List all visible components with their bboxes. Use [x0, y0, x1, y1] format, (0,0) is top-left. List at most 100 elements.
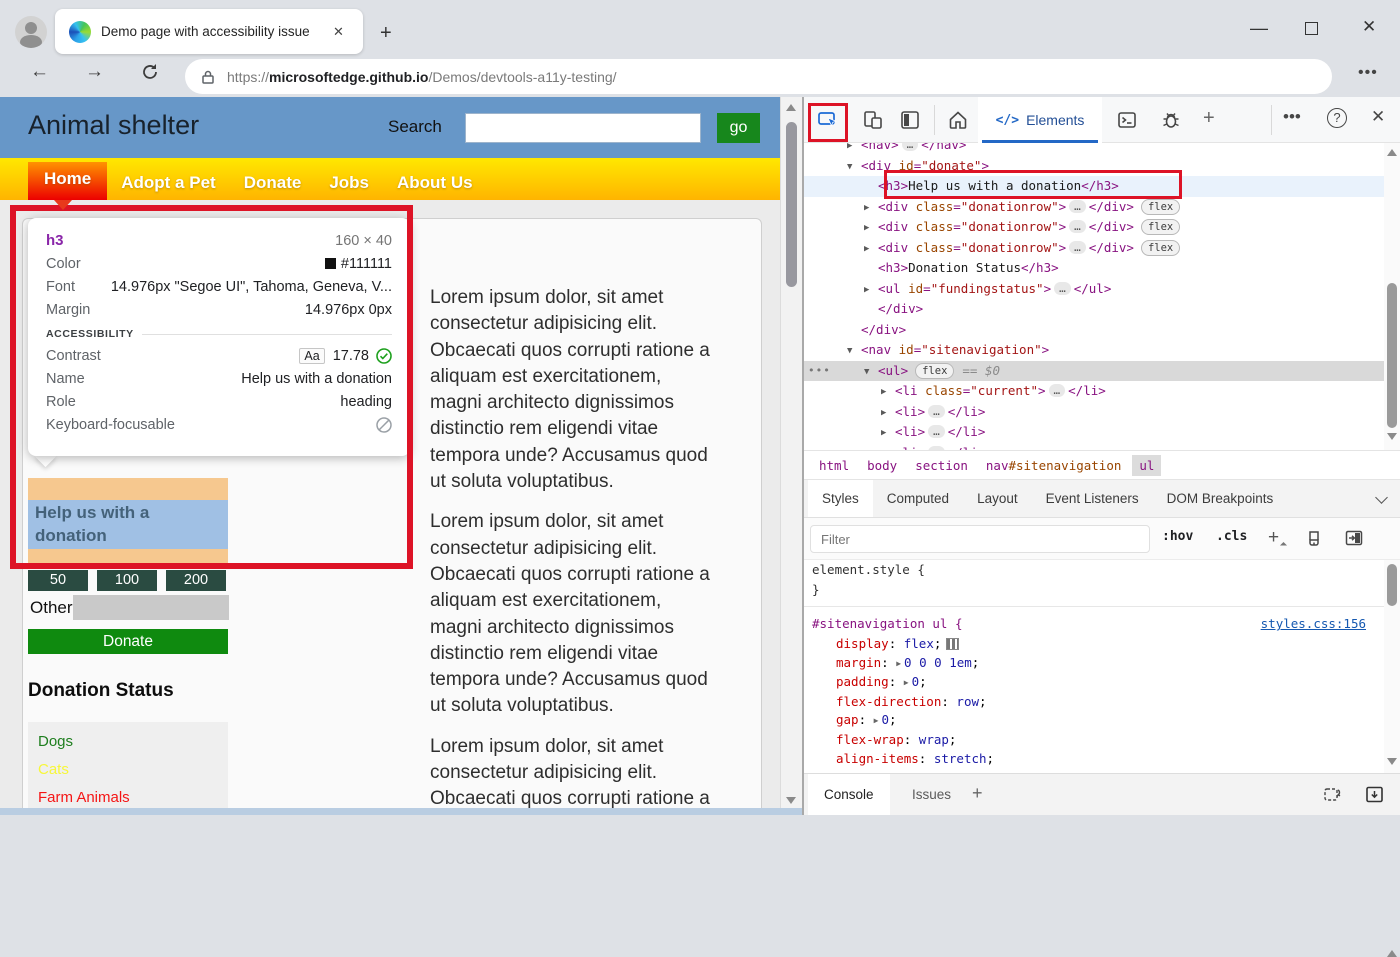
dom-tree-row[interactable]: </div>	[804, 299, 1384, 320]
css-property-row[interactable]: margin: ▶0 0 0 1em;	[804, 654, 1384, 674]
status-list-item[interactable]: Cats	[38, 756, 218, 784]
flex-editor-icon[interactable]	[946, 638, 959, 650]
flex-badge[interactable]: flex	[1141, 240, 1180, 256]
tab-event-listeners[interactable]: Event Listeners	[1032, 480, 1153, 517]
styles-pane[interactable]: element.style { } #sitenavigation ul { s…	[804, 560, 1384, 773]
css-property-row[interactable]: gap: ▶0;	[804, 711, 1384, 731]
collapsed-content-icon[interactable]: …	[1054, 282, 1071, 295]
back-button[interactable]: ←	[30, 61, 49, 83]
scroll-down-icon[interactable]	[786, 797, 796, 804]
nav-item-about[interactable]: About Us	[383, 170, 487, 200]
expand-shorthand-icon[interactable]: ▶	[874, 712, 879, 731]
dom-tree-row[interactable]: •••▼<ul>flex== $0	[804, 361, 1384, 382]
dom-tree-row[interactable]: ▶<div class="donationrow">…</div>flex	[804, 238, 1384, 259]
collapse-arrow-icon[interactable]: ▶	[881, 382, 895, 403]
css-rule-selector[interactable]: #sitenavigation ul {	[812, 613, 963, 635]
scroll-down-icon[interactable]	[1387, 758, 1397, 765]
css-property-row[interactable]: align-items: stretch;	[804, 750, 1384, 769]
search-go-button[interactable]: go	[717, 113, 760, 143]
collapsed-content-icon[interactable]: …	[902, 143, 919, 151]
collapse-arrow-icon[interactable]: ▶	[847, 143, 861, 157]
nav-item-home[interactable]: Home	[28, 162, 107, 200]
css-property-row[interactable]: flex-wrap: wrap;	[804, 731, 1384, 750]
tab-issues[interactable]: Issues	[896, 774, 967, 815]
tab-elements[interactable]: </> Elements	[978, 97, 1102, 143]
chevron-down-icon[interactable]	[1375, 491, 1388, 504]
dom-tree-row[interactable]: ▼<div id="donate">	[804, 156, 1384, 177]
amount-100-button[interactable]: 100	[97, 570, 157, 591]
collapsed-content-icon[interactable]: …	[1069, 241, 1086, 254]
expand-arrow-icon[interactable]: ▼	[847, 157, 861, 178]
help-icon[interactable]: ?	[1327, 108, 1347, 128]
breadcrumb-item[interactable]: html	[812, 455, 856, 476]
collapsed-content-icon[interactable]: …	[1049, 384, 1066, 397]
browser-menu-button[interactable]: •••	[1358, 64, 1378, 82]
dom-tree-row[interactable]: ▶<div class="donationrow">…</div>flex	[804, 217, 1384, 238]
styles-filter-input[interactable]	[810, 525, 1150, 553]
browser-tab[interactable]: Demo page with accessibility issue ✕	[55, 9, 363, 54]
dom-tree-scrollbar[interactable]	[1384, 143, 1400, 450]
status-list-item[interactable]: Dogs	[38, 728, 218, 756]
collapse-arrow-icon[interactable]: ▶	[864, 198, 878, 219]
hover-state-toggle[interactable]: :hov	[1162, 529, 1193, 544]
address-bar[interactable]: https://microsoftedge.github.io/Demos/de…	[185, 59, 1332, 94]
breadcrumb-item[interactable]: body	[860, 455, 904, 476]
expand-quick-view-icon[interactable]	[1364, 784, 1385, 805]
scroll-down-icon[interactable]	[1387, 433, 1397, 440]
collapsed-content-icon[interactable]: …	[1069, 200, 1086, 213]
dom-tree-row[interactable]: ▶<li>…</li>	[804, 443, 1384, 451]
window-minimize-button[interactable]: —	[1248, 18, 1270, 39]
collapsed-content-icon[interactable]: …	[1069, 220, 1086, 233]
dom-tree-row[interactable]: <h3>Help us with a donation</h3>	[804, 176, 1384, 197]
other-amount-input[interactable]	[73, 595, 229, 620]
more-tools-plus-button[interactable]: +	[1203, 107, 1215, 130]
flex-badge[interactable]: flex	[1141, 219, 1180, 235]
breadcrumb-item[interactable]: section	[908, 455, 975, 476]
toggle-element-state-icon[interactable]	[1344, 528, 1366, 550]
expand-shorthand-icon[interactable]: ▶	[896, 655, 901, 674]
dom-tree-row[interactable]: </div>	[804, 320, 1384, 341]
collapse-arrow-icon[interactable]: ▶	[881, 403, 895, 424]
dom-tree-row[interactable]: ▶<li>…</li>	[804, 422, 1384, 443]
dom-tree-row[interactable]: ▶<li>…</li>	[804, 402, 1384, 423]
dom-tree-row[interactable]: ▶<nav>…</nav>	[804, 143, 1384, 156]
search-input[interactable]	[465, 113, 701, 143]
node-menu-icon[interactable]: •••	[808, 361, 831, 382]
css-property-row[interactable]: display: flex;	[804, 635, 1384, 654]
new-tab-button[interactable]: +	[380, 22, 392, 45]
styles-scrollbar[interactable]	[1384, 560, 1400, 773]
tab-computed[interactable]: Computed	[873, 480, 963, 517]
tab-close-icon[interactable]: ✕	[333, 24, 344, 40]
nav-item-donate[interactable]: Donate	[230, 170, 316, 200]
flex-badge[interactable]: flex	[915, 363, 954, 379]
collapsed-content-icon[interactable]: …	[928, 425, 945, 438]
paint-brush-icon[interactable]	[1304, 528, 1326, 550]
expand-shorthand-icon[interactable]: ▶	[904, 674, 909, 693]
scroll-up-icon[interactable]	[1387, 950, 1397, 957]
forward-button[interactable]: →	[85, 61, 104, 83]
dom-tree-row[interactable]: ▶<div class="donationrow">…</div>flex	[804, 197, 1384, 218]
collapse-arrow-icon[interactable]: ▶	[881, 423, 895, 444]
debugger-bug-icon[interactable]	[1160, 109, 1182, 131]
profile-avatar-icon[interactable]	[15, 16, 47, 48]
element-style-open[interactable]: element.style {	[804, 560, 1384, 580]
console-panel-icon[interactable]	[1116, 109, 1138, 131]
dock-side-icon[interactable]	[899, 109, 921, 131]
amount-200-button[interactable]: 200	[166, 570, 226, 591]
css-property-row[interactable]: flex-direction: row;	[804, 693, 1384, 712]
devtools-more-menu[interactable]: •••	[1283, 107, 1301, 127]
window-close-button[interactable]: ✕	[1362, 17, 1376, 37]
amount-50-button[interactable]: 50	[28, 570, 88, 591]
add-drawer-tab-button[interactable]: +	[972, 783, 983, 804]
scroll-up-icon[interactable]	[786, 104, 796, 111]
nav-item-jobs[interactable]: Jobs	[315, 170, 383, 200]
expand-arrow-icon[interactable]: ▼	[864, 362, 878, 383]
donate-button[interactable]: Donate	[28, 629, 228, 654]
tab-dom-breakpoints[interactable]: DOM Breakpoints	[1153, 480, 1288, 517]
collapsed-content-icon[interactable]: …	[928, 405, 945, 418]
focus-page-icon[interactable]	[1322, 784, 1343, 805]
home-icon[interactable]	[947, 109, 969, 131]
expand-arrow-icon[interactable]: ▼	[847, 341, 861, 362]
breadcrumb-item[interactable]: ul	[1132, 455, 1161, 476]
tab-console[interactable]: Console	[808, 774, 890, 815]
